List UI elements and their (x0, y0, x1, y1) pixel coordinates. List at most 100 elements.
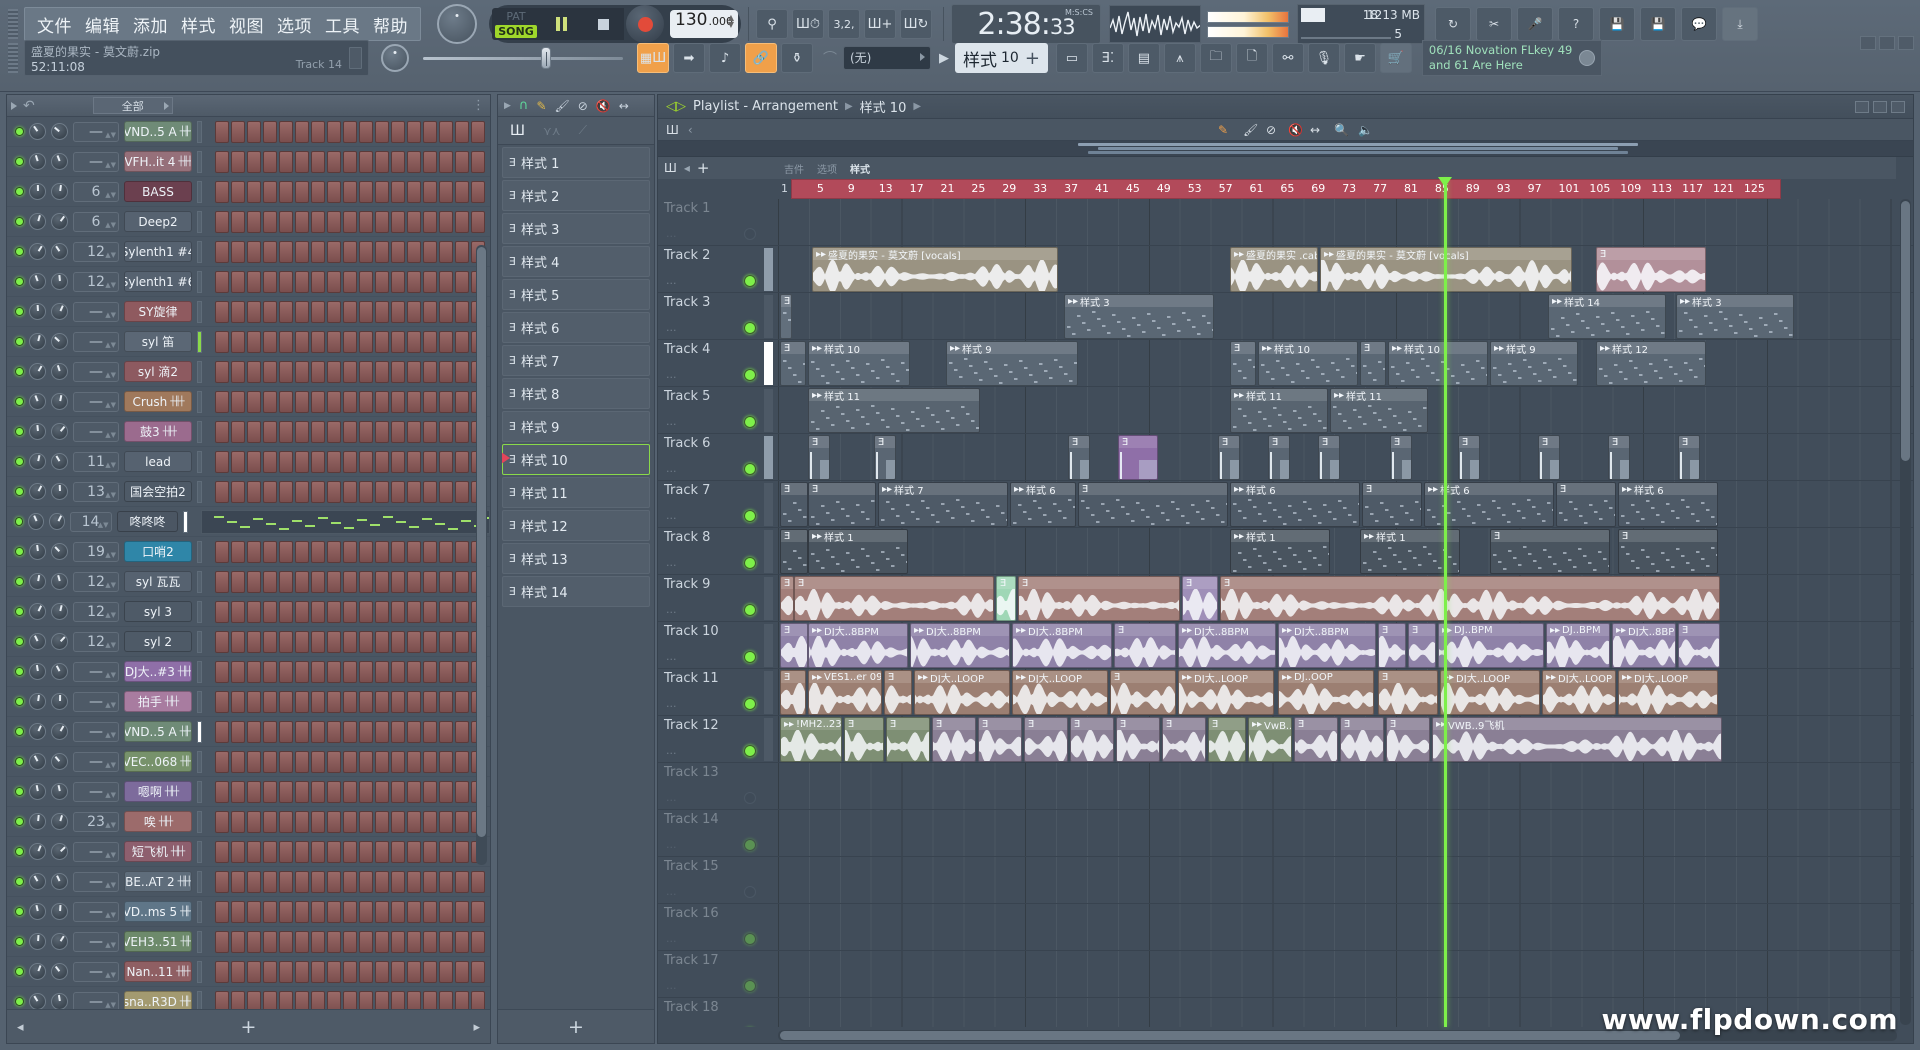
channel-pan-knob[interactable] (29, 183, 46, 200)
pattern-list-item[interactable]: Ǝ 样式 3 (502, 213, 650, 244)
pattern-list-item[interactable]: Ǝ 样式 10 (502, 444, 650, 475)
step-button[interactable] (343, 330, 357, 353)
step-sequencer-steps[interactable] (215, 720, 485, 743)
channel-mixer-slot[interactable]: 12 ▲▼ (73, 631, 119, 652)
channel-row[interactable]: 19 ▲▼ 口哨2 (7, 537, 490, 567)
step-button[interactable] (407, 750, 421, 773)
step-button[interactable] (327, 330, 341, 353)
channel-row[interactable]: 12 ▲▼ syl 3 (7, 597, 490, 627)
channel-volume-knob[interactable] (51, 183, 68, 200)
clip-header[interactable]: ▸▸ 样式 6 (1011, 483, 1075, 495)
channel-mixer-slot[interactable]: — ▲▼ (73, 991, 119, 1009)
step-button[interactable] (343, 210, 357, 233)
step-button[interactable] (247, 330, 261, 353)
channel-select-bar[interactable] (197, 240, 202, 263)
step-button[interactable] (215, 870, 229, 893)
track-enable-led[interactable] (744, 792, 756, 804)
step-button[interactable] (423, 690, 437, 713)
step-button[interactable] (263, 360, 277, 383)
channel-volume-knob[interactable] (51, 273, 68, 290)
channel-row[interactable]: —▲▼VEC..068┼╫┼ (7, 747, 490, 777)
snap-arrow-icon[interactable]: ◂ (684, 161, 690, 175)
step-button[interactable] (423, 120, 437, 143)
step-button[interactable] (439, 870, 453, 893)
add-pattern-button[interactable]: + (568, 1016, 584, 1038)
playlist-clip[interactable]: ▸▸DJ大..8BPM (1178, 623, 1276, 668)
playlist-clip[interactable]: Ǝ (1182, 576, 1218, 621)
channel-pan-knob[interactable] (28, 513, 44, 530)
step-button[interactable] (391, 150, 405, 173)
channel-name-button[interactable]: Deep2 (124, 211, 192, 232)
clip-header[interactable]: Ǝ (1539, 436, 1559, 448)
new-doc-icon[interactable]: 🗋 (1235, 43, 1268, 73)
step-button[interactable] (391, 450, 405, 473)
channel-mixer-slot[interactable]: 19 ▲▼ (73, 541, 119, 562)
step-button[interactable] (391, 840, 405, 863)
step-button[interactable] (407, 630, 421, 653)
arrow-icon[interactable]: ▶ (504, 101, 511, 111)
channel-select-bar[interactable] (197, 960, 202, 983)
step-button[interactable] (455, 120, 469, 143)
step-button[interactable] (343, 390, 357, 413)
step-button[interactable] (423, 600, 437, 623)
channel-row[interactable]: — ▲▼ DJ大..#3 ┼╫┼ (7, 657, 490, 687)
step-button[interactable] (407, 390, 421, 413)
channel-volume-knob[interactable] (51, 453, 68, 470)
track-label[interactable]: Track 11... (658, 669, 762, 716)
clip-header[interactable]: Ǝ (933, 718, 975, 730)
metronome-icon[interactable]: ⚲ (756, 9, 788, 39)
step-button[interactable] (231, 150, 245, 173)
clip-header[interactable]: ▸▸DJ大..8BPM (911, 624, 1009, 636)
step-button[interactable] (295, 660, 309, 683)
master-volume-knob[interactable] (381, 44, 409, 72)
clip-header[interactable]: Ǝ (1079, 483, 1227, 495)
step-button[interactable] (263, 210, 277, 233)
step-sequencer-steps[interactable] (215, 600, 485, 623)
clip-header[interactable]: Ǝ (1409, 624, 1435, 636)
track-label[interactable]: Track 2... (658, 246, 762, 293)
step-button[interactable] (263, 690, 277, 713)
playlist-clip[interactable]: ▸▸ 样式 7 (878, 482, 1008, 527)
channel-enable-led[interactable] (15, 517, 24, 526)
channel-name-button[interactable]: 唉 ┼╫┼ (124, 811, 192, 832)
step-button[interactable] (423, 480, 437, 503)
step-button[interactable] (215, 540, 229, 563)
track-select-bar[interactable] (764, 295, 773, 338)
clip-header[interactable]: Ǝ (1609, 436, 1629, 448)
playlist-clip[interactable]: ▸▸DJ大..8BPM (1012, 623, 1112, 668)
step-button[interactable] (327, 120, 341, 143)
step-button[interactable] (231, 990, 245, 1009)
step-button[interactable] (231, 930, 245, 953)
clip-header[interactable]: Ǝ (1361, 342, 1385, 354)
step-button[interactable] (311, 660, 325, 683)
step-button[interactable] (471, 120, 485, 143)
track-label[interactable]: Track 6... (658, 434, 762, 481)
close-button[interactable] (1898, 36, 1914, 50)
tab-automation[interactable]: ⟋ (579, 123, 587, 138)
step-button[interactable] (247, 480, 261, 503)
step-button[interactable] (247, 780, 261, 803)
channel-name-button[interactable]: VD..ms 5┼╫┼ (124, 901, 192, 922)
step-button[interactable] (263, 750, 277, 773)
channel-mixer-slot[interactable]: 12 ▲▼ (73, 271, 119, 292)
step-button[interactable] (295, 390, 309, 413)
step-button[interactable] (343, 870, 357, 893)
playlist-clip[interactable]: Ǝ (1678, 623, 1720, 668)
step-button[interactable] (327, 390, 341, 413)
playlist-clip[interactable]: Ǝ (780, 529, 808, 574)
track-label[interactable]: Track 18... (658, 998, 762, 1027)
clip-header[interactable]: ▸▸ DJ..BPM (1439, 624, 1543, 636)
step-button[interactable] (359, 300, 373, 323)
playhead[interactable] (1437, 177, 1452, 1027)
playlist-clip[interactable]: ▸▸VwB..9飞机 (1248, 717, 1292, 762)
menu-item-view[interactable]: 视图 (229, 12, 264, 37)
step-button[interactable] (439, 810, 453, 833)
playlist-clip[interactable]: Ǝ (1218, 435, 1240, 480)
step-button[interactable] (423, 390, 437, 413)
step-button[interactable] (423, 180, 437, 203)
step-button[interactable] (423, 930, 437, 953)
track-label[interactable]: Track 3... (658, 293, 762, 340)
step-button[interactable] (455, 780, 469, 803)
step-button[interactable] (247, 960, 261, 983)
step-button[interactable] (327, 750, 341, 773)
